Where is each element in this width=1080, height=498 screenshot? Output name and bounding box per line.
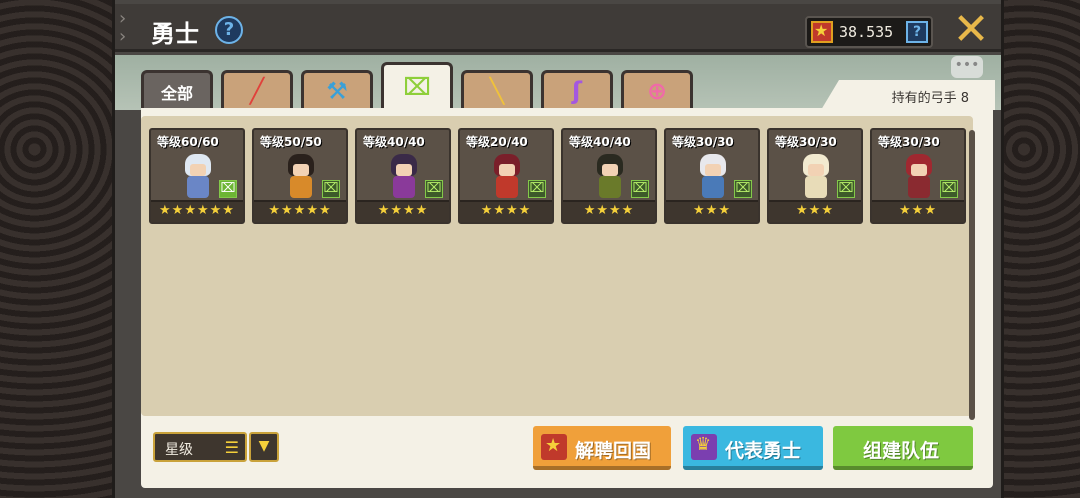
hero-level: 等级50/50 bbox=[260, 135, 322, 149]
staff-icon: ʃ bbox=[572, 77, 582, 105]
tab-healer[interactable]: ⊕ bbox=[621, 70, 693, 108]
hero-portrait bbox=[896, 150, 942, 200]
sort-order-button[interactable]: ▼ bbox=[249, 432, 279, 462]
hero-stars: ★★★★ bbox=[563, 200, 655, 222]
hero-card[interactable]: 等级30/30 ⌧ ★★★ bbox=[767, 128, 863, 224]
hero-stars: ★★★★★★ bbox=[151, 200, 243, 222]
archer-class-icon: ⌧ bbox=[734, 180, 752, 198]
page-title: 勇士 bbox=[151, 20, 199, 48]
scrollbar[interactable] bbox=[969, 130, 975, 420]
hammer-icon: ⚒ bbox=[326, 77, 348, 105]
hero-level: 等级30/30 bbox=[775, 135, 837, 149]
tab-mage[interactable]: ʃ bbox=[541, 70, 613, 108]
hero-grid: 等级60/60 ⌧ ★★★★★★ 等级50/50 ⌧ ★★★★★ 等级40/40 ⌧ ★★★★ 等… bbox=[141, 116, 975, 420]
hero-stars: ★★★ bbox=[769, 200, 861, 222]
hero-portrait bbox=[175, 150, 221, 200]
tab-all[interactable]: 全部 bbox=[141, 70, 213, 108]
currency-display: 38.535 ? bbox=[805, 16, 933, 48]
bow-icon: ⌧ bbox=[403, 73, 431, 101]
left-decorative-border bbox=[0, 0, 115, 498]
close-icon[interactable]: ✕ bbox=[951, 8, 991, 52]
hero-portrait bbox=[587, 150, 633, 200]
tab-tank[interactable]: ⚒ bbox=[301, 70, 373, 108]
list-icon: ☰ bbox=[224, 438, 239, 457]
hero-portrait bbox=[381, 150, 427, 200]
hero-portrait bbox=[793, 150, 839, 200]
dismiss-hero-label: 解聘回国 bbox=[575, 440, 652, 462]
hero-card[interactable]: 等级30/30 ⌧ ★★★ bbox=[664, 128, 760, 224]
medal-icon bbox=[541, 434, 567, 460]
hero-card[interactable]: 等级20/40 ⌧ ★★★★ bbox=[458, 128, 554, 224]
chevron-decoration-icon: › › bbox=[119, 8, 127, 47]
banner-icon bbox=[691, 434, 717, 460]
tab-label: 全部 bbox=[160, 84, 193, 103]
archer-class-icon: ⌧ bbox=[837, 180, 855, 198]
archer-class-icon: ⌧ bbox=[528, 180, 546, 198]
hero-portrait bbox=[484, 150, 530, 200]
title-bar: ›› 勇士 ? 38.535 ? ✕ bbox=[115, 4, 1001, 52]
hero-stars: ★★★ bbox=[872, 200, 964, 222]
hero-card[interactable]: 等级30/30 ⌧ ★★★ bbox=[870, 128, 966, 224]
hero-stars: ★★★★ bbox=[460, 200, 552, 222]
hero-card[interactable]: 等级40/40 ⌧ ★★★★ bbox=[561, 128, 657, 224]
hero-card[interactable]: 等级60/60 ⌧ ★★★★★★ bbox=[149, 128, 245, 224]
hero-level: 等级20/40 bbox=[466, 135, 528, 149]
hero-level: 等级30/30 bbox=[878, 135, 940, 149]
hero-card[interactable]: 等级50/50 ⌧ ★★★★★ bbox=[252, 128, 348, 224]
sort-label: 星级 bbox=[165, 442, 193, 458]
build-team-button[interactable]: 组建队伍 bbox=[833, 426, 973, 470]
hero-level: 等级40/40 bbox=[363, 135, 425, 149]
archer-class-icon: ⌧ bbox=[425, 180, 443, 198]
medal-icon bbox=[811, 21, 833, 43]
hero-portrait bbox=[690, 150, 736, 200]
tab-archer[interactable]: ⌧ bbox=[381, 62, 453, 110]
representative-hero-button[interactable]: 代表勇士 bbox=[683, 426, 823, 470]
hero-panel: 等级60/60 ⌧ ★★★★★★ 等级50/50 ⌧ ★★★★★ 等级40/40 ⌧ ★★★★ 等… bbox=[141, 108, 993, 488]
dismiss-hero-button[interactable]: 解聘回国 bbox=[533, 426, 671, 470]
archer-count: 持有的弓手 8 bbox=[821, 80, 995, 110]
archer-class-icon: ⌧ bbox=[631, 180, 649, 198]
hero-level: 等级30/30 bbox=[672, 135, 734, 149]
right-decorative-border bbox=[1000, 0, 1080, 498]
ring-icon: ⊕ bbox=[646, 77, 668, 105]
hero-level: 等级60/60 bbox=[157, 135, 219, 149]
sword-icon: ╱ bbox=[249, 77, 265, 105]
archer-count-label: 持有的弓手 8 bbox=[891, 91, 969, 106]
archer-class-icon: ⌧ bbox=[940, 180, 958, 198]
currency-value: 38.535 bbox=[839, 23, 894, 41]
hero-stars: ★★★ bbox=[666, 200, 758, 222]
hero-level: 等级40/40 bbox=[569, 135, 631, 149]
hero-stars: ★★★★ bbox=[357, 200, 449, 222]
help-icon[interactable]: ? bbox=[215, 16, 243, 44]
tab-warrior[interactable]: ╱ bbox=[221, 70, 293, 108]
hero-portrait bbox=[278, 150, 324, 200]
hero-card[interactable]: 等级40/40 ⌧ ★★★★ bbox=[355, 128, 451, 224]
tab-gunner[interactable]: ╲ bbox=[461, 70, 533, 108]
build-team-label: 组建队伍 bbox=[863, 440, 940, 462]
chat-bubble-icon[interactable]: ••• bbox=[951, 56, 983, 78]
archer-class-icon: ⌧ bbox=[219, 180, 237, 198]
heroes-window: ›› 勇士 ? 38.535 ? ✕ ••• 全部╱⚒⌧╲ʃ⊕ 持有的弓手 8 … bbox=[112, 0, 1004, 498]
sort-dropdown[interactable]: 星级 ☰ bbox=[153, 432, 247, 462]
archer-class-icon: ⌧ bbox=[322, 180, 340, 198]
representative-hero-label: 代表勇士 bbox=[725, 440, 802, 462]
hero-stars: ★★★★★ bbox=[254, 200, 346, 222]
gun-icon: ╲ bbox=[489, 77, 505, 105]
currency-help-icon[interactable]: ? bbox=[906, 21, 928, 43]
